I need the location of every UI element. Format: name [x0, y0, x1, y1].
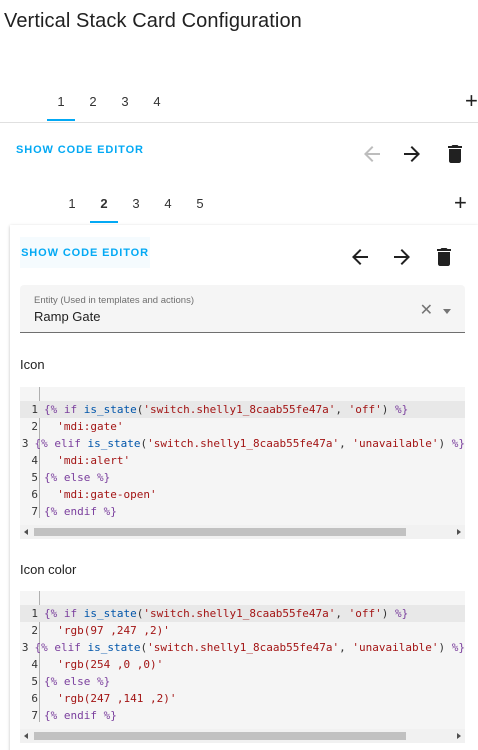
inner-show-code-editor-button[interactable]: SHOW CODE EDITOR	[20, 237, 150, 268]
code-line[interactable]: 5 {% else %}	[20, 469, 465, 486]
line-number: 6	[31, 692, 38, 705]
code-line[interactable]: 4 'mdi:alert'	[20, 452, 465, 469]
close-icon[interactable]: ✕	[420, 303, 433, 319]
outer-tab-1[interactable]: 1	[45, 81, 77, 121]
inner-tab-5[interactable]: 5	[184, 183, 216, 223]
arrow-left-icon	[364, 146, 380, 162]
code-text: 'mdi:gate-open'	[57, 488, 157, 501]
outer-tabs-divider	[0, 122, 478, 123]
code-text: 'rgb(247 ,141 ,2)'	[57, 692, 177, 705]
inner-card-tabs: 1 2 3 4 5	[56, 183, 216, 223]
inner-tab-1[interactable]: 1	[56, 183, 88, 223]
icon-section-label: Icon	[20, 357, 45, 372]
icon-color-section-label: Icon color	[20, 562, 77, 577]
scroll-right-icon[interactable]	[457, 733, 461, 739]
outer-move-back-button[interactable]	[360, 142, 384, 166]
code-text: 'rgb(254 ,0 ,0)'	[57, 658, 164, 671]
code-text: 'mdi:gate'	[57, 420, 124, 433]
entity-field-label: Entity (Used in templates and actions)	[34, 295, 194, 306]
scroll-left-icon[interactable]	[24, 529, 28, 535]
line-number: 1	[31, 403, 38, 416]
outer-move-forward-button[interactable]	[400, 142, 424, 166]
line-number: 4	[31, 454, 38, 467]
code-line[interactable]: 6 'mdi:gate-open'	[20, 486, 465, 503]
line-number: 6	[31, 488, 38, 501]
code-text: {% elif is_state('switch.shelly1_8caab55…	[34, 641, 465, 654]
line-number: 3	[21, 437, 29, 450]
code-text: {% if is_state('switch.shelly1_8caab55fe…	[44, 403, 409, 416]
trash-icon	[437, 248, 451, 266]
chevron-down-icon[interactable]	[443, 309, 451, 314]
code-line[interactable]: 2 'rgb(97 ,247 ,2)'	[20, 622, 465, 639]
entity-field-value[interactable]: Ramp Gate	[34, 309, 100, 324]
code-lines: 1 {% if is_state('switch.shelly1_8caab55f…	[20, 401, 465, 520]
code-line[interactable]: 7 {% endif %}	[20, 503, 465, 520]
code-text: {% elif is_state('switch.shelly1_8caab55…	[34, 437, 465, 450]
code-line[interactable]: 3 {% elif is_state('switch.shelly1_8caab5…	[20, 639, 465, 656]
inner-tab-4[interactable]: 4	[152, 183, 184, 223]
code-text: {% endif %}	[44, 505, 117, 518]
code-text: {% else %}	[44, 471, 111, 484]
scrollbar-thumb[interactable]	[34, 732, 406, 740]
code-text: {% else %}	[44, 675, 111, 688]
code-text: {% if is_state('switch.shelly1_8caab55fe…	[44, 607, 409, 620]
inner-move-back-button[interactable]	[348, 245, 372, 269]
code-line[interactable]: 5 {% else %}	[20, 673, 465, 690]
page-title: Vertical Stack Card Configuration	[4, 10, 302, 32]
inner-tab-3[interactable]: 3	[120, 183, 152, 223]
inner-delete-card-button[interactable]	[432, 245, 456, 269]
horizontal-scrollbar[interactable]	[20, 525, 465, 539]
code-text: 'mdi:alert'	[57, 454, 131, 467]
line-number: 1	[31, 607, 38, 620]
scroll-left-icon[interactable]	[24, 733, 28, 739]
outer-tab-3[interactable]: 3	[109, 81, 141, 121]
line-number: 3	[21, 641, 29, 654]
outer-tab-4[interactable]: 4	[141, 81, 173, 121]
arrow-left-icon	[352, 249, 368, 265]
inner-move-forward-button[interactable]	[390, 245, 414, 269]
entity-picker[interactable]: Entity (Used in templates and actions) R…	[20, 285, 465, 333]
icon-template-editor[interactable]: 1 {% if is_state('switch.shelly1_8caab55f…	[20, 387, 465, 539]
line-number: 7	[31, 505, 38, 518]
code-line[interactable]: 1 {% if is_state('switch.shelly1_8caab55f…	[20, 401, 465, 418]
code-line[interactable]: 3 {% elif is_state('switch.shelly1_8caab5…	[20, 435, 465, 452]
line-number: 5	[31, 675, 38, 688]
outer-add-card-button[interactable]: +	[465, 90, 478, 112]
outer-delete-card-button[interactable]	[443, 142, 467, 166]
line-number: 2	[31, 420, 38, 433]
line-number: 7	[31, 709, 38, 722]
arrow-right-icon	[394, 249, 410, 265]
code-line[interactable]: 6 'rgb(247 ,141 ,2)'	[20, 690, 465, 707]
icon-color-template-editor[interactable]: 1 {% if is_state('switch.shelly1_8caab55f…	[20, 591, 465, 743]
outer-tab-2[interactable]: 2	[77, 81, 109, 121]
code-text: {% endif %}	[44, 709, 117, 722]
code-line[interactable]: 7 {% endif %}	[20, 707, 465, 724]
scroll-right-icon[interactable]	[457, 529, 461, 535]
scrollbar-thumb[interactable]	[34, 528, 406, 536]
line-number: 4	[31, 658, 38, 671]
outer-show-code-editor-button[interactable]: SHOW CODE EDITOR	[16, 144, 144, 156]
outer-card-tabs: 1 2 3 4	[45, 81, 173, 121]
line-number: 5	[31, 471, 38, 484]
code-lines: 1 {% if is_state('switch.shelly1_8caab55f…	[20, 605, 465, 724]
code-line[interactable]: 1 {% if is_state('switch.shelly1_8caab55f…	[20, 605, 465, 622]
inner-add-card-button[interactable]: +	[454, 192, 467, 214]
trash-icon	[448, 145, 462, 163]
code-text: 'rgb(97 ,247 ,2)'	[57, 624, 170, 637]
arrow-right-icon	[404, 146, 420, 162]
code-line[interactable]: 4 'rgb(254 ,0 ,0)'	[20, 656, 465, 673]
horizontal-scrollbar[interactable]	[20, 729, 465, 743]
code-line[interactable]: 2 'mdi:gate'	[20, 418, 465, 435]
inner-tab-2[interactable]: 2	[88, 183, 120, 223]
line-number: 2	[31, 624, 38, 637]
